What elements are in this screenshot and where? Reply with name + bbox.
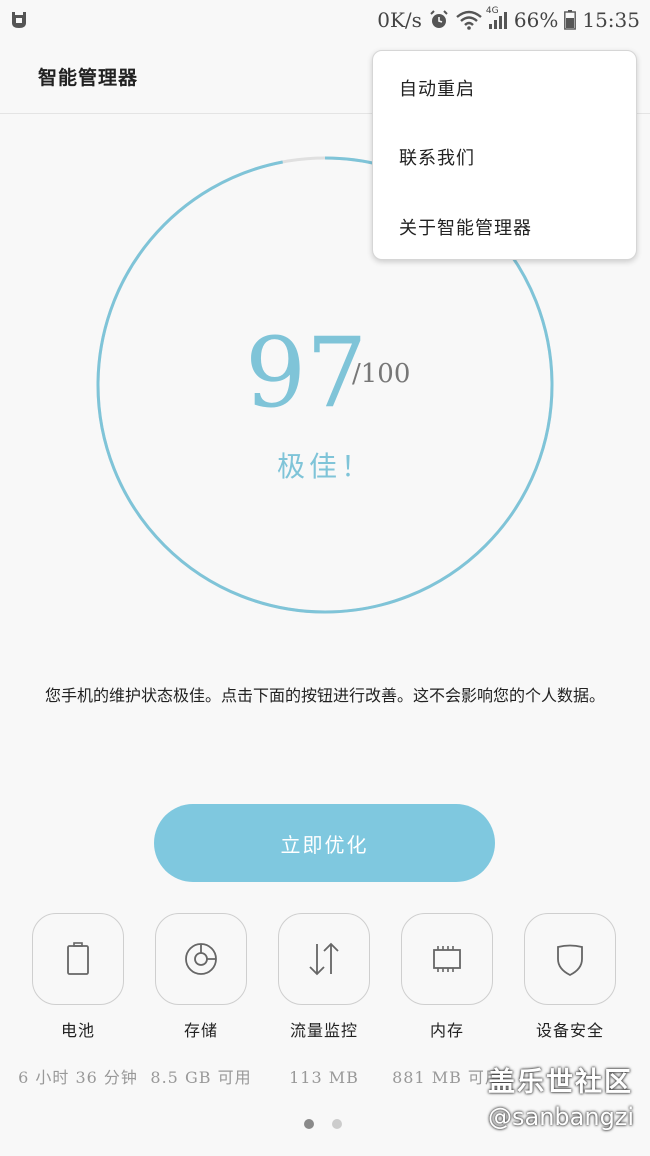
battery-status-icon — [564, 10, 577, 30]
watermark-title: 盖乐世社区 — [488, 1067, 633, 1098]
overflow-menu: 自动重启 联系我们 关于智能管理器 — [372, 50, 637, 260]
menu-item-contact-us[interactable]: 联系我们 — [399, 144, 475, 170]
tool-battery-button[interactable] — [32, 913, 124, 1005]
score-value: 97 — [245, 317, 368, 429]
battery-icon — [67, 942, 89, 975]
tool-label: 电池 — [60, 1021, 95, 1040]
tool-label: 流量监控 — [289, 1021, 358, 1040]
page-dot-1[interactable] — [304, 1119, 314, 1129]
tool-value: 6 小时 36 分钟 — [18, 1068, 138, 1087]
shield-icon — [557, 944, 583, 977]
tool-battery[interactable]: 电池 6 小时 36 分钟 — [17, 913, 139, 1089]
tool-label: 存储 — [183, 1021, 218, 1040]
tool-storage-button[interactable] — [155, 913, 247, 1005]
network-type-label: 4G — [485, 6, 499, 16]
tool-data-monitor-button[interactable] — [278, 913, 370, 1005]
menu-item-auto-restart[interactable]: 自动重启 — [399, 75, 475, 101]
score-max: /100 — [352, 359, 411, 389]
tool-memory-button[interactable] — [401, 913, 493, 1005]
signal-icon: 4G — [486, 6, 508, 30]
tool-device-security-button[interactable] — [524, 913, 616, 1005]
storage-icon — [185, 943, 217, 975]
score-status: 极佳！ — [276, 450, 373, 483]
page-dot-2[interactable] — [332, 1119, 342, 1129]
page-title: 智能管理器 — [38, 67, 139, 89]
wifi-icon — [456, 10, 482, 30]
status-bar: 0K/s 4G 66% 15:35 — [0, 0, 650, 40]
tool-data-monitor[interactable]: 流量监控 113 MB — [263, 913, 385, 1089]
app-notification-icon — [8, 9, 30, 31]
optimize-now-button[interactable]: 立即优化 — [154, 804, 495, 882]
menu-item-about[interactable]: 关于智能管理器 — [399, 214, 532, 240]
clock: 15:35 — [582, 8, 640, 32]
tool-device-security[interactable]: 设备安全 — [509, 913, 631, 1067]
tool-value: 113 MB — [289, 1068, 359, 1087]
data-transfer-icon — [309, 942, 339, 976]
tool-value: 8.5 GB 可用 — [150, 1068, 252, 1087]
watermark-handle: @sanbangzi — [488, 1103, 635, 1131]
alarm-icon — [428, 9, 450, 31]
network-speed: 0K/s — [377, 8, 422, 32]
page-indicator — [304, 1119, 342, 1129]
status-description: 您手机的维护状态极佳。点击下面的按钮进行改善。这不会影响您的个人数据。 — [44, 686, 605, 705]
battery-percent: 66% — [513, 8, 559, 32]
tool-label: 内存 — [429, 1021, 464, 1040]
tool-label: 设备安全 — [535, 1021, 604, 1040]
memory-chip-icon — [433, 946, 461, 972]
tool-storage[interactable]: 存储 8.5 GB 可用 — [140, 913, 262, 1089]
watermark: 盖乐世社区 @sanbangzi — [488, 1060, 648, 1131]
